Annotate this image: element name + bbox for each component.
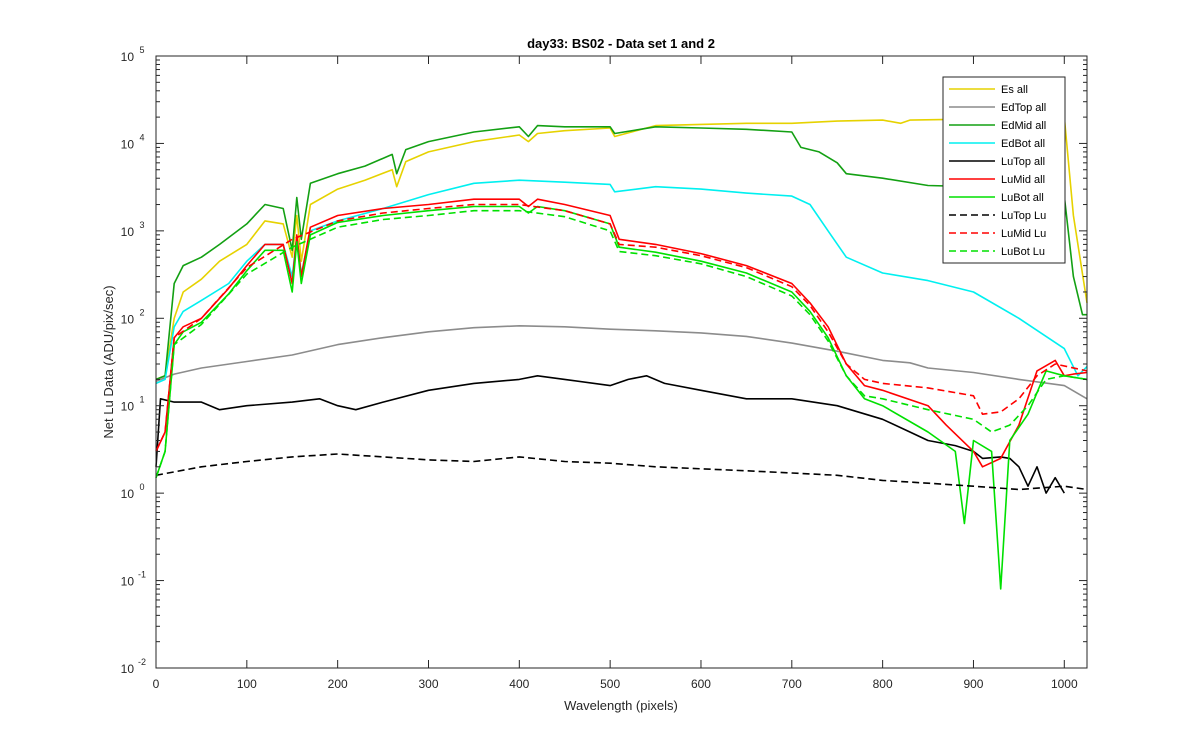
x-tick-label: 600 [691,677,711,691]
legend-label: LuMid all [1001,174,1045,186]
legend-label: LuTop Lu [1001,210,1046,222]
y-tick-exponent: -1 [138,570,146,580]
legend-label: EdMid all [1001,120,1046,132]
legend: Es all EdTop all EdMid all EdBot all LuTop a… [942,76,1066,264]
x-axis-label: Wavelength (pixels) [564,698,678,713]
y-tick-exponent: 3 [139,220,144,230]
x-tick-label: 100 [237,677,257,691]
legend-label: LuBot Lu [1001,246,1045,258]
line-chart: 0 100 200 300 400 500 600 700 800 900 1000 10 -210-… [0,0,1200,750]
legend-label: EdBot all [1001,138,1045,150]
x-tick-label: 800 [873,677,893,691]
legend-label: Es all [1001,84,1028,96]
legend-label: LuBot all [1001,192,1044,204]
y-tick-exponent: 2 [139,307,144,317]
legend-label: EdTop all [1001,102,1046,114]
chart-title: day33: BS02 - Data set 1 and 2 [527,36,715,51]
legend-label: LuTop all [1001,156,1045,168]
y-tick-exponent: 5 [139,45,144,55]
y-tick-exponent: -2 [138,657,146,667]
y-tick-label: 10 [121,312,135,326]
x-tick-label: 1000 [1051,677,1078,691]
y-tick-exponent: 0 [139,482,144,492]
y-tick-exponent: 4 [139,132,144,142]
y-tick-label: 10 [121,487,135,501]
y-tick-label: 10 [121,225,135,239]
legend-label: LuMid Lu [1001,228,1046,240]
x-tick-label: 300 [418,677,438,691]
x-tick-label: 700 [782,677,802,691]
x-tick-label: 400 [509,677,529,691]
x-tick-label: 900 [963,677,983,691]
x-tick-label: 0 [153,677,160,691]
y-tick-label: 10 [121,400,135,414]
y-axis-label: Net Lu Data (ADU/pix/sec) [101,285,116,438]
y-tick-label: 10 [121,575,135,589]
y-tick-exponent: 1 [139,395,144,405]
y-tick-label: 10 [121,662,135,676]
x-tick-label: 200 [328,677,348,691]
y-tick-label: 10 [121,50,135,64]
x-tick-label: 500 [600,677,620,691]
y-tick-label: 10 [121,137,135,151]
